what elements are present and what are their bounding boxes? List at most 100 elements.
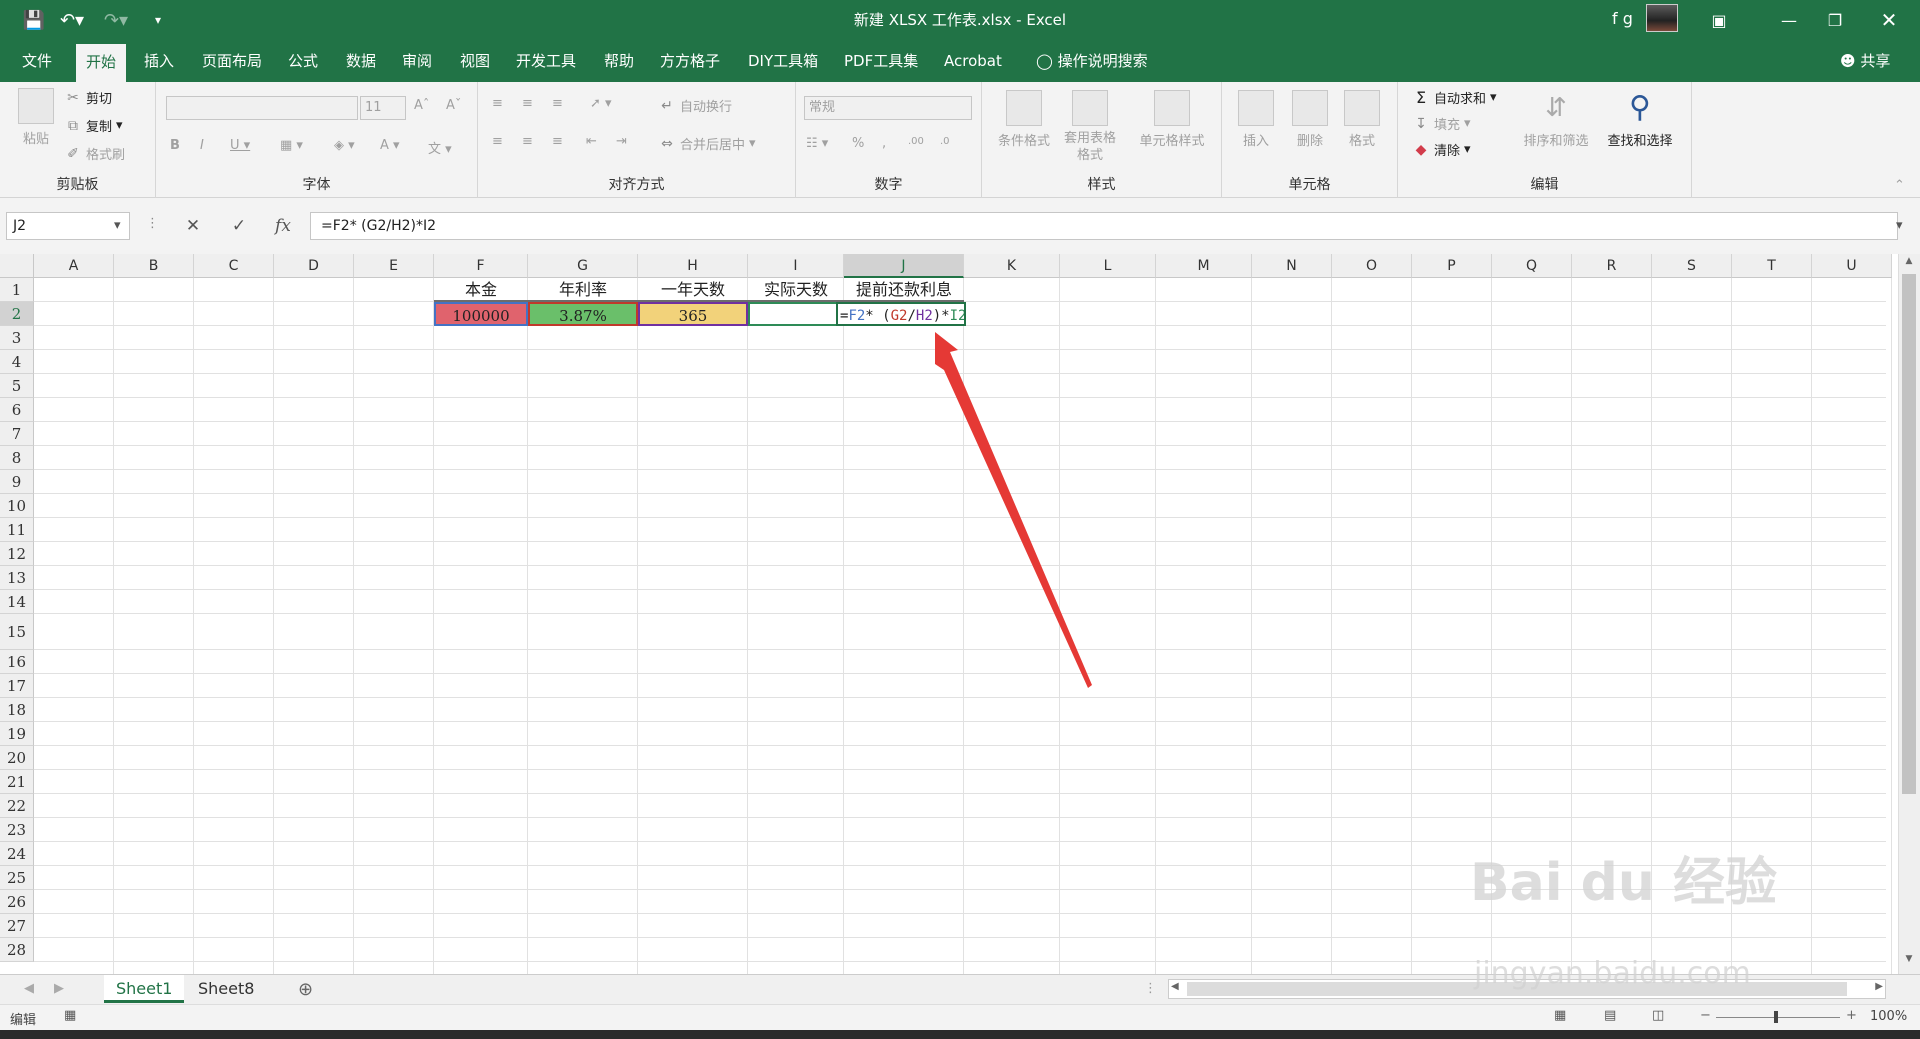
number-format-combo[interactable]: 常规 — [804, 96, 972, 120]
scroll-right-icon[interactable]: ▶ — [1875, 981, 1883, 992]
align-middle-icon[interactable]: ≡ — [522, 96, 533, 111]
cell-I1[interactable]: 实际天数 — [748, 278, 844, 302]
row-header-6[interactable]: 6 — [0, 398, 34, 422]
column-header-C[interactable]: C — [194, 254, 274, 278]
row-header-23[interactable]: 23 — [0, 818, 34, 842]
row-header-26[interactable]: 26 — [0, 890, 34, 914]
row-header-10[interactable]: 10 — [0, 494, 34, 518]
currency-icon[interactable]: ☷ ▾ — [806, 136, 828, 151]
cell-G1[interactable]: 年利率 — [528, 278, 638, 302]
row-header-1[interactable]: 1 — [0, 278, 34, 302]
cell-G2[interactable]: 3.87% — [528, 302, 638, 326]
column-header-D[interactable]: D — [274, 254, 354, 278]
delete-cells-button[interactable]: 删除 — [1288, 90, 1332, 149]
align-center-icon[interactable]: ≡ — [522, 134, 533, 149]
scroll-down-icon[interactable]: ▼ — [1901, 954, 1917, 970]
column-header-T[interactable]: T — [1732, 254, 1812, 278]
column-header-R[interactable]: R — [1572, 254, 1652, 278]
tab-developer[interactable]: 开发工具 — [506, 40, 586, 82]
enter-icon[interactable]: ✓ — [222, 212, 256, 240]
column-header-G[interactable]: G — [528, 254, 638, 278]
autosum-button[interactable]: Σ 自动求和 ▾ — [1412, 88, 1497, 107]
align-left-icon[interactable]: ≡ — [492, 134, 503, 149]
row-header-15[interactable]: 15 — [0, 614, 34, 650]
row-header-2[interactable]: 2 — [0, 302, 34, 326]
row-header-7[interactable]: 7 — [0, 422, 34, 446]
cell-I2[interactable] — [748, 302, 844, 326]
page-layout-view-icon[interactable]: ▤ — [1604, 1008, 1616, 1023]
cell-F1[interactable]: 本金 — [434, 278, 528, 302]
cell-J1[interactable]: 提前还款利息 — [844, 278, 964, 302]
tab-data[interactable]: 数据 — [336, 40, 386, 82]
prev-sheet-icon[interactable]: ◀ — [24, 981, 34, 996]
increase-indent-icon[interactable]: ⇥ — [616, 134, 627, 149]
active-cell-J2[interactable]: =F2* (G2/H2)*I2 — [836, 302, 966, 326]
name-box-dropdown-icon[interactable]: ▾ — [114, 218, 121, 233]
sort-filter-button[interactable]: ⇵ 排序和筛选 — [1518, 90, 1594, 149]
row-header-9[interactable]: 9 — [0, 470, 34, 494]
row-header-14[interactable]: 14 — [0, 590, 34, 614]
cell-F2[interactable]: 100000 — [434, 302, 528, 326]
conditional-format-button[interactable]: 条件格式 — [994, 90, 1054, 149]
format-as-table-button[interactable]: 套用表格格式 — [1058, 90, 1122, 164]
column-header-P[interactable]: P — [1412, 254, 1492, 278]
orientation-icon[interactable]: ➚ ▾ — [590, 96, 612, 111]
underline-button[interactable]: U ▾ — [230, 138, 250, 153]
row-header-27[interactable]: 27 — [0, 914, 34, 938]
row-header-4[interactable]: 4 — [0, 350, 34, 374]
column-header-M[interactable]: M — [1156, 254, 1252, 278]
tab-view[interactable]: 视图 — [450, 40, 500, 82]
wrap-text-button[interactable]: ↵ 自动换行 — [658, 96, 732, 116]
align-right-icon[interactable]: ≡ — [552, 134, 563, 149]
cell-styles-button[interactable]: 单元格样式 — [1132, 90, 1212, 149]
row-header-28[interactable]: 28 — [0, 938, 34, 962]
scroll-thumb[interactable] — [1902, 274, 1916, 794]
vertical-scrollbar[interactable]: ▲ ▼ — [1898, 254, 1920, 974]
align-top-icon[interactable]: ≡ — [492, 96, 503, 111]
shrink-font-icon[interactable]: Aˇ — [446, 98, 461, 113]
decrease-decimal-icon[interactable]: .0 — [940, 136, 950, 147]
row-header-3[interactable]: 3 — [0, 326, 34, 350]
insert-function-icon[interactable]: fx — [266, 212, 300, 240]
page-break-view-icon[interactable]: ◫ — [1652, 1008, 1664, 1023]
row-header-11[interactable]: 11 — [0, 518, 34, 542]
row-header-21[interactable]: 21 — [0, 770, 34, 794]
macro-record-icon[interactable]: ▦ — [64, 1008, 76, 1023]
tell-me-search[interactable]: ◯ 操作说明搜索 — [1026, 40, 1158, 82]
borders-icon[interactable]: ▦ ▾ — [280, 138, 303, 153]
column-header-L[interactable]: L — [1060, 254, 1156, 278]
tab-pdf[interactable]: PDF工具集 — [834, 40, 928, 82]
align-bottom-icon[interactable]: ≡ — [552, 96, 563, 111]
avatar[interactable] — [1646, 4, 1678, 32]
bold-button[interactable]: B — [170, 138, 180, 153]
name-box[interactable]: J2 — [6, 212, 130, 240]
cut-button[interactable]: ✂ 剪切 — [64, 88, 112, 108]
column-header-A[interactable]: A — [34, 254, 114, 278]
grow-font-icon[interactable]: Aˆ — [414, 98, 429, 113]
fill-button[interactable]: ↧ 填充 ▾ — [1412, 114, 1470, 134]
zoom-out-icon[interactable]: − — [1700, 1008, 1711, 1023]
row-header-24[interactable]: 24 — [0, 842, 34, 866]
column-header-J[interactable]: J — [844, 254, 964, 278]
scroll-left-icon[interactable]: ◀ — [1171, 981, 1179, 992]
zoom-slider[interactable] — [1716, 1011, 1840, 1023]
minimize-icon[interactable]: — — [1766, 0, 1812, 40]
zoom-level[interactable]: 100% — [1870, 1009, 1907, 1024]
tab-page-layout[interactable]: 页面布局 — [192, 40, 272, 82]
cell-H2[interactable]: 365 — [638, 302, 748, 326]
ribbon-display-icon[interactable]: ▣ — [1696, 0, 1742, 40]
tab-formulas[interactable]: 公式 — [278, 40, 328, 82]
column-header-F[interactable]: F — [434, 254, 528, 278]
zoom-slider-thumb[interactable] — [1774, 1011, 1778, 1023]
tab-home[interactable]: 开始 — [76, 44, 127, 82]
row-header-19[interactable]: 19 — [0, 722, 34, 746]
normal-view-icon[interactable]: ▦ — [1554, 1008, 1566, 1023]
next-sheet-icon[interactable]: ▶ — [54, 981, 64, 996]
row-header-8[interactable]: 8 — [0, 446, 34, 470]
phonetic-icon[interactable]: 文 ▾ — [428, 138, 452, 157]
user-name[interactable]: f g — [1612, 9, 1633, 28]
fill-color-icon[interactable]: ◈ ▾ — [334, 138, 355, 153]
paste-button[interactable]: 粘贴 — [14, 88, 58, 147]
row-header-16[interactable]: 16 — [0, 650, 34, 674]
row-header-17[interactable]: 17 — [0, 674, 34, 698]
